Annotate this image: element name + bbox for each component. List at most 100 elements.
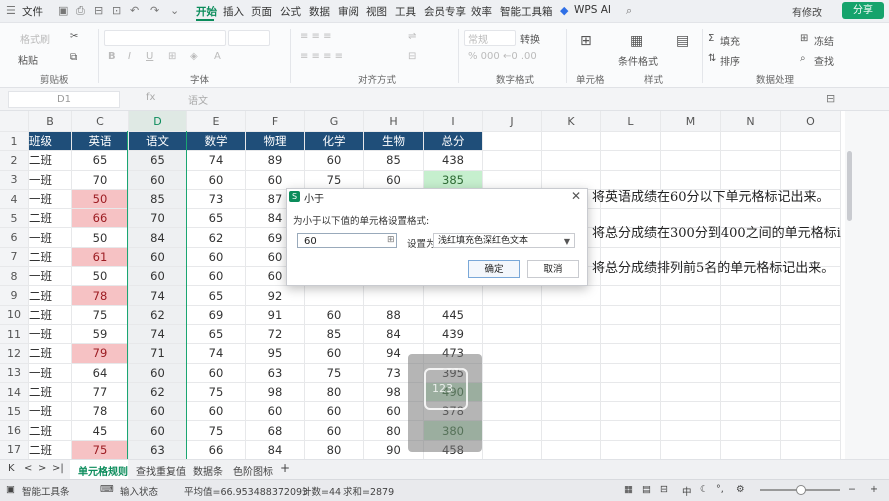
- cell[interactable]: 89: [245, 150, 305, 171]
- settings-icon[interactable]: ⚙: [736, 484, 745, 495]
- cell[interactable]: 72: [245, 324, 305, 345]
- row-header[interactable]: 14: [0, 382, 29, 403]
- row-header[interactable]: 10: [0, 305, 29, 325]
- cell[interactable]: [600, 401, 661, 422]
- style-icon[interactable]: ▤: [676, 33, 689, 49]
- cell[interactable]: [482, 170, 542, 190]
- cell[interactable]: 98: [245, 382, 305, 403]
- cell[interactable]: 66: [186, 440, 246, 459]
- sum-icon[interactable]: Σ: [708, 33, 714, 44]
- cell[interactable]: [660, 285, 721, 306]
- cell[interactable]: [780, 305, 841, 325]
- cell[interactable]: 二班: [28, 343, 72, 364]
- search-icon[interactable]: ⌕: [626, 4, 632, 18]
- cell[interactable]: 84: [128, 227, 187, 248]
- column-header-o[interactable]: O: [780, 111, 841, 132]
- vertical-scrollbar[interactable]: [845, 111, 889, 459]
- font-color-icon[interactable]: A: [214, 51, 221, 62]
- merge-icon[interactable]: ⊟: [408, 51, 416, 62]
- cell[interactable]: 60: [128, 401, 187, 422]
- column-header-e[interactable]: E: [186, 111, 246, 132]
- cell[interactable]: [780, 363, 841, 383]
- cell[interactable]: 数学: [186, 131, 246, 152]
- ok-button[interactable]: 确定: [468, 260, 520, 278]
- row-header[interactable]: 6: [0, 227, 29, 248]
- cell[interactable]: 438: [423, 150, 483, 171]
- row-header[interactable]: 7: [0, 247, 29, 268]
- cell[interactable]: [482, 305, 542, 325]
- cell[interactable]: 74: [186, 343, 246, 364]
- cell[interactable]: 生物: [363, 131, 424, 152]
- cell[interactable]: 80: [304, 382, 364, 403]
- cell[interactable]: 69: [186, 305, 246, 325]
- workbook-label[interactable]: 智能工具条: [22, 484, 70, 498]
- tab-data-bars[interactable]: 数据条: [193, 463, 223, 478]
- row-header[interactable]: 3: [0, 170, 29, 190]
- cell[interactable]: [720, 150, 781, 171]
- tab-cell-rules[interactable]: 单元格规则: [78, 463, 128, 478]
- cell[interactable]: 75: [304, 170, 364, 190]
- format-select[interactable]: 浅红填充色深红色文本 ▼: [433, 233, 575, 248]
- zoom-in-icon[interactable]: +: [870, 484, 878, 495]
- row-header[interactable]: 11: [0, 324, 29, 345]
- cell[interactable]: [482, 131, 542, 152]
- cell[interactable]: 62: [128, 382, 187, 403]
- column-header-f[interactable]: F: [245, 111, 305, 132]
- cell[interactable]: [600, 343, 661, 364]
- cell[interactable]: 75: [186, 382, 246, 403]
- range-picker-icon[interactable]: ⊞: [387, 235, 395, 245]
- column-header-j[interactable]: J: [482, 111, 542, 132]
- cell[interactable]: [660, 363, 721, 383]
- cell[interactable]: 62: [186, 227, 246, 248]
- cell[interactable]: 61: [71, 247, 129, 268]
- tab-data[interactable]: 数据: [309, 4, 330, 19]
- cell[interactable]: 60: [128, 247, 187, 268]
- export-icon[interactable]: ⎙: [76, 4, 85, 18]
- cell[interactable]: [600, 440, 661, 459]
- cell[interactable]: 74: [128, 324, 187, 345]
- cell[interactable]: 60: [304, 305, 364, 325]
- cell[interactable]: 74: [186, 150, 246, 171]
- threshold-input[interactable]: 60: [297, 233, 397, 248]
- cell[interactable]: 60: [186, 401, 246, 422]
- redo-icon[interactable]: ↷: [150, 4, 159, 17]
- file-menu[interactable]: 文件: [22, 4, 43, 19]
- cell[interactable]: 60: [245, 401, 305, 422]
- wps-ai-button[interactable]: WPS AI: [574, 4, 611, 16]
- zoom-out-icon[interactable]: −: [848, 484, 856, 495]
- freeze-icon[interactable]: ⊞: [800, 33, 808, 44]
- input-method-icon[interactable]: 中: [682, 484, 692, 498]
- cell[interactable]: [304, 285, 364, 306]
- cell[interactable]: 一班: [28, 189, 72, 210]
- cell[interactable]: 64: [71, 363, 129, 383]
- tab-tools[interactable]: 工具: [395, 4, 416, 19]
- cell[interactable]: 92: [245, 285, 305, 306]
- cell[interactable]: [363, 285, 424, 306]
- cell[interactable]: [541, 285, 601, 306]
- tab-page[interactable]: 页面: [251, 4, 272, 19]
- copy-icon[interactable]: ⧉: [70, 52, 77, 63]
- fx-icon[interactable]: fx: [146, 92, 155, 103]
- row-header[interactable]: 17: [0, 440, 29, 459]
- cell[interactable]: 语文: [128, 131, 187, 152]
- cell[interactable]: 79: [71, 343, 129, 364]
- conditional-format-button[interactable]: 条件格式: [618, 53, 658, 68]
- print-icon[interactable]: ⊟: [94, 4, 103, 17]
- cell[interactable]: [780, 440, 841, 459]
- close-icon[interactable]: ✕: [571, 189, 581, 203]
- cell[interactable]: 75: [186, 420, 246, 441]
- cell[interactable]: [720, 131, 781, 152]
- view-page-icon[interactable]: ▤: [642, 484, 651, 495]
- cell[interactable]: [720, 343, 781, 364]
- cell[interactable]: [600, 363, 661, 383]
- cell[interactable]: 45: [71, 420, 129, 441]
- cell[interactable]: 二班: [28, 285, 72, 306]
- cell[interactable]: 85: [128, 189, 187, 210]
- cell[interactable]: [720, 382, 781, 403]
- save-icon[interactable]: ▣: [58, 4, 68, 17]
- corner-cell[interactable]: [0, 111, 29, 132]
- column-header-g[interactable]: G: [304, 111, 364, 132]
- italic-icon[interactable]: I: [128, 51, 131, 62]
- cell[interactable]: 60: [186, 247, 246, 268]
- cell[interactable]: [720, 440, 781, 459]
